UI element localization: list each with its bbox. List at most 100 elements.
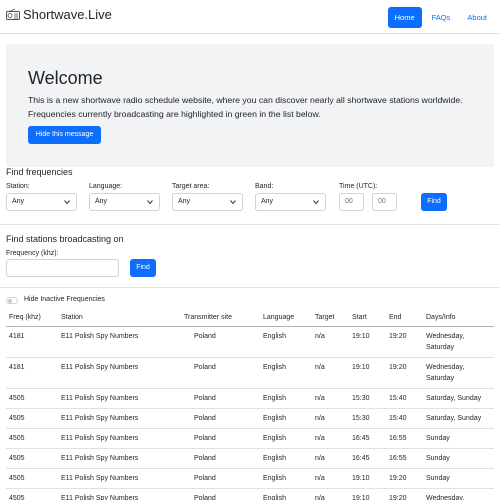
header-target[interactable]: Target (312, 309, 349, 327)
brand-name: Shortwave.Live (23, 7, 112, 22)
table-row[interactable]: 4505 E11 Polish Spy Numbers Poland Engli… (6, 488, 494, 500)
cell-end: 19:20 (386, 357, 423, 389)
chevron-down-icon (230, 200, 236, 205)
frequency-table: Freq (khz) Station Transmitter site Lang… (6, 309, 494, 500)
table-row[interactable]: 4181 E11 Polish Spy Numbers Poland Engli… (6, 326, 494, 358)
header-end[interactable]: End (386, 309, 423, 327)
cell-language: English (260, 357, 312, 389)
cell-site: Poland (181, 448, 260, 469)
time-label: Time (UTC): (339, 183, 378, 190)
cell-target: n/a (312, 468, 349, 489)
station-select[interactable]: Any (6, 193, 77, 211)
cell-target: n/a (312, 388, 349, 409)
cell-freq: 4505 (6, 468, 58, 489)
header-start[interactable]: Start (349, 309, 386, 327)
cell-days: Saturday, Sunday (423, 388, 494, 409)
table-header-row: Freq (khz) Station Transmitter site Lang… (6, 309, 494, 327)
band-select[interactable]: Any (255, 193, 326, 211)
welcome-title: Welcome (28, 68, 103, 88)
cell-end: 16:55 (386, 448, 423, 469)
frequency-label: Frequency (khz): (6, 250, 59, 257)
language-select[interactable]: Any (89, 193, 160, 211)
cell-start: 15:30 (349, 408, 386, 429)
language-select-value: Any (95, 198, 108, 205)
brand-link[interactable]: Shortwave.Live (6, 7, 112, 22)
station-select-value: Any (12, 198, 25, 205)
cell-days: Wednesday, Saturday (423, 326, 494, 358)
cell-station: E11 Polish Spy Numbers (58, 357, 181, 389)
cell-target: n/a (312, 326, 349, 358)
table-row[interactable]: 4505 E11 Polish Spy Numbers Poland Engli… (6, 468, 494, 489)
cell-start: 16:45 (349, 448, 386, 469)
header-freq[interactable]: Freq (khz) (6, 309, 58, 327)
nav-menu: Home FAQs About (385, 7, 494, 28)
hide-inactive-label: Hide Inactive Frequencies (24, 296, 105, 303)
cell-station: E11 Polish Spy Numbers (58, 408, 181, 429)
find-stations-button[interactable]: Find (130, 259, 156, 277)
cell-freq: 4505 (6, 408, 58, 429)
cell-language: English (260, 388, 312, 409)
header-transmitter-site[interactable]: Transmitter site (181, 309, 260, 327)
header-language[interactable]: Language (260, 309, 312, 327)
cell-end: 19:20 (386, 326, 423, 358)
radio-icon (6, 9, 20, 20)
cell-language: English (260, 326, 312, 358)
table-row[interactable]: 4181 E11 Polish Spy Numbers Poland Engli… (6, 357, 494, 389)
find-frequencies-button[interactable]: Find (421, 193, 447, 211)
cell-freq: 4505 (6, 388, 58, 409)
header-days-info[interactable]: Days/Info (423, 309, 494, 327)
cell-freq: 4181 (6, 357, 58, 389)
cell-language: English (260, 428, 312, 449)
hour-input[interactable]: 00 (339, 193, 364, 211)
target-area-select-value: Any (178, 198, 191, 205)
cell-station: E11 Polish Spy Numbers (58, 488, 181, 500)
cell-target: n/a (312, 448, 349, 469)
language-label: Language: (89, 183, 123, 190)
table-row[interactable]: 4505 E11 Polish Spy Numbers Poland Engli… (6, 428, 494, 449)
table-row[interactable]: 4505 E11 Polish Spy Numbers Poland Engli… (6, 448, 494, 469)
frequency-input[interactable] (6, 259, 119, 277)
cell-days: Saturday, Sunday (423, 408, 494, 429)
welcome-panel: Welcome This is a new shortwave radio sc… (6, 44, 494, 167)
cell-end: 15:40 (386, 408, 423, 429)
table-row[interactable]: 4505 E11 Polish Spy Numbers Poland Engli… (6, 388, 494, 409)
find-frequencies-title: Find frequencies (6, 167, 73, 177)
cell-language: English (260, 448, 312, 469)
table-row[interactable]: 4505 E11 Polish Spy Numbers Poland Engli… (6, 408, 494, 429)
cell-target: n/a (312, 488, 349, 500)
section-divider (0, 287, 500, 288)
cell-station: E11 Polish Spy Numbers (58, 326, 181, 358)
cell-end: 16:55 (386, 428, 423, 449)
cell-start: 19:10 (349, 357, 386, 389)
minute-input[interactable]: 00 (372, 193, 397, 211)
target-area-select[interactable]: Any (172, 193, 243, 211)
header-station[interactable]: Station (58, 309, 181, 327)
hide-inactive-toggle[interactable] (6, 297, 18, 304)
section-divider (0, 224, 500, 225)
cell-end: 15:40 (386, 388, 423, 409)
toggle-knob (8, 299, 12, 303)
cell-days: Sunday (423, 468, 494, 489)
cell-language: English (260, 468, 312, 489)
cell-site: Poland (181, 388, 260, 409)
nav-about-link[interactable]: About (460, 7, 494, 28)
hide-message-button[interactable]: Hide this message (28, 126, 101, 144)
cell-days: Sunday (423, 448, 494, 469)
band-label: Band: (255, 183, 274, 190)
cell-freq: 4505 (6, 488, 58, 500)
nav-faqs-link[interactable]: FAQs (425, 7, 458, 28)
find-stations-title: Find stations broadcasting on (6, 234, 124, 244)
welcome-text: This is a new shortwave radio schedule w… (28, 95, 463, 119)
cell-site: Poland (181, 468, 260, 489)
cell-end: 19:20 (386, 488, 423, 500)
station-label: Station: (6, 183, 30, 190)
cell-start: 19:10 (349, 326, 386, 358)
cell-end: 19:20 (386, 468, 423, 489)
cell-start: 16:45 (349, 428, 386, 449)
cell-language: English (260, 408, 312, 429)
cell-freq: 4505 (6, 428, 58, 449)
nav-home-link[interactable]: Home (387, 7, 422, 28)
cell-days: Wednesday, Saturday (423, 357, 494, 389)
cell-station: E11 Polish Spy Numbers (58, 468, 181, 489)
cell-start: 19:10 (349, 488, 386, 500)
